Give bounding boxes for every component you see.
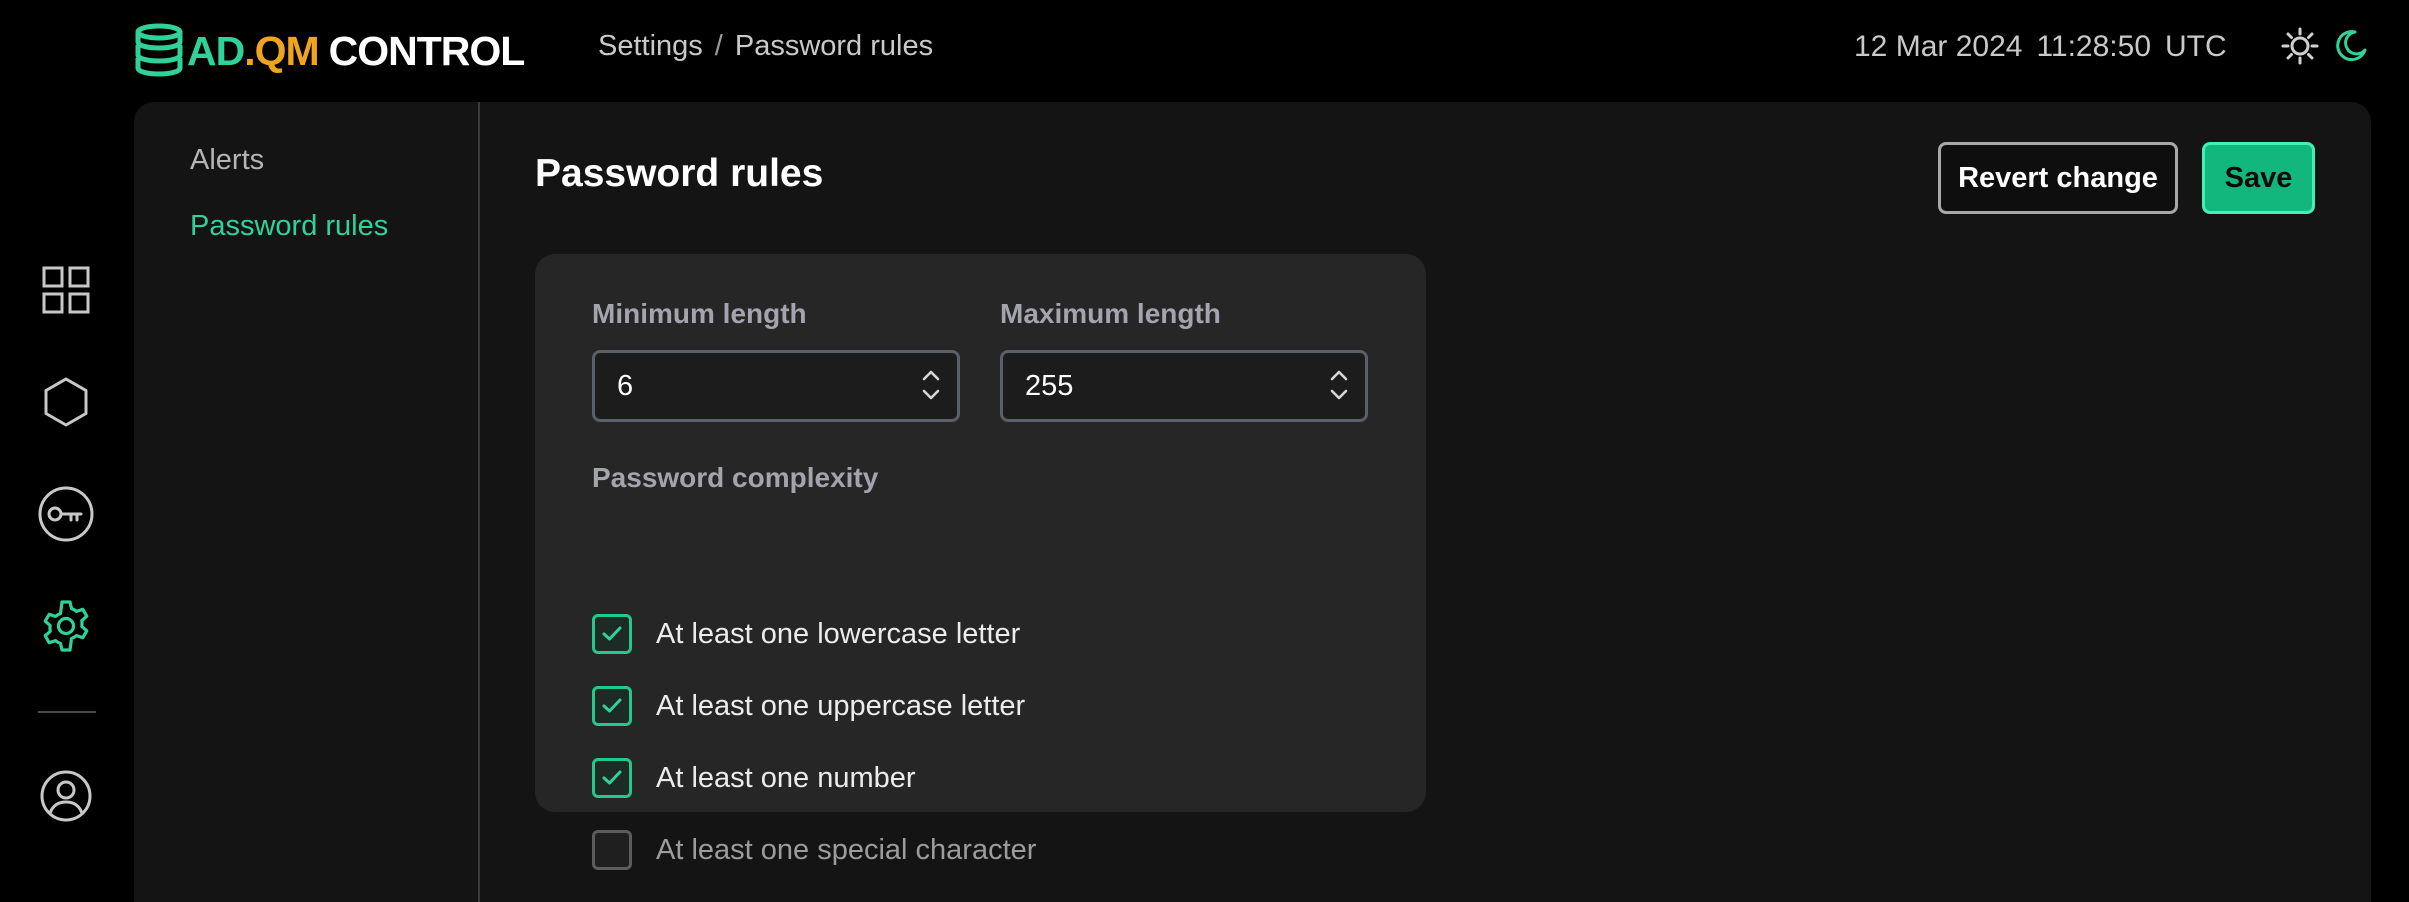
logo-wordmark: AD.QM CONTROL xyxy=(187,27,526,75)
key-icon xyxy=(38,486,94,542)
rule-uppercase-label: At least one uppercase letter xyxy=(656,689,1026,722)
min-length-label: Minimum length xyxy=(592,298,807,329)
dashboard-grid-icon xyxy=(42,266,90,314)
rule-special-checkbox[interactable] xyxy=(592,830,632,870)
gear-icon xyxy=(43,600,89,652)
hexagon-icon xyxy=(44,377,88,427)
chevron-up-icon[interactable] xyxy=(921,367,941,383)
rule-number-checkbox[interactable] xyxy=(592,758,632,798)
breadcrumb: Settings / Password rules xyxy=(598,30,933,63)
logo-qm-text: .QM xyxy=(244,27,319,74)
rule-number-label: At least one number xyxy=(656,761,916,794)
rule-lowercase-checkbox[interactable] xyxy=(592,614,632,654)
min-length-value: 6 xyxy=(617,369,634,402)
rail-item-settings[interactable] xyxy=(36,596,96,656)
user-profile-icon xyxy=(40,770,92,822)
main-navigation-rail xyxy=(0,102,134,892)
subnav-item-password-rules[interactable]: Password rules xyxy=(190,210,388,243)
revert-change-button[interactable]: Revert change xyxy=(1938,142,2178,214)
breadcrumb-separator: / xyxy=(714,30,723,62)
rail-item-dashboard[interactable] xyxy=(36,260,96,320)
checkmark-icon xyxy=(602,626,622,641)
rule-uppercase-checkbox-row[interactable]: At least one uppercase letter xyxy=(592,686,1025,726)
breadcrumb-password-rules: Password rules xyxy=(734,30,934,62)
theme-switcher[interactable] xyxy=(2280,26,2368,66)
subnav-item-alerts[interactable]: Alerts xyxy=(190,144,264,177)
rail-item-profile[interactable] xyxy=(36,766,96,826)
app-logo[interactable]: AD.QM CONTROL xyxy=(133,14,526,88)
password-complexity-label: Password complexity xyxy=(592,462,879,493)
max-length-label: Maximum length xyxy=(1000,298,1221,329)
rule-number-checkbox-row[interactable]: At least one number xyxy=(592,758,916,798)
logo-ad-text: AD xyxy=(187,27,245,74)
chevron-up-icon[interactable] xyxy=(1329,367,1349,383)
rule-lowercase-checkbox-row[interactable]: At least one lowercase letter xyxy=(592,614,1020,654)
database-logo-icon xyxy=(135,23,183,77)
breadcrumb-settings[interactable]: Settings xyxy=(598,30,703,63)
date-text: 12 Mar 2024 xyxy=(1854,30,2023,63)
page-title: Password rules xyxy=(535,152,824,195)
rail-divider xyxy=(38,711,96,713)
rail-item-access[interactable] xyxy=(36,484,96,544)
save-button[interactable]: Save xyxy=(2202,142,2315,214)
max-length-stepper[interactable] xyxy=(1329,367,1349,403)
password-rules-card: Minimum length 6 Maximum length 255 Pass… xyxy=(535,254,1426,870)
checkmark-icon xyxy=(602,698,622,713)
rule-uppercase-checkbox[interactable] xyxy=(592,686,632,726)
rule-lowercase-label: At least one lowercase letter xyxy=(656,617,1021,650)
chevron-down-icon[interactable] xyxy=(1329,387,1349,403)
moon-icon[interactable] xyxy=(2334,29,2368,63)
chevron-down-icon[interactable] xyxy=(921,387,941,403)
rule-special-label: At least one special character xyxy=(656,833,1037,866)
timezone-text: UTC xyxy=(2165,30,2227,63)
min-length-input[interactable]: 6 xyxy=(592,350,960,422)
time-text: 11:28:50 xyxy=(2036,30,2152,63)
max-length-value: 255 xyxy=(1025,369,1074,402)
settings-panel: Alerts Password rules Password rules Rev… xyxy=(134,102,2371,902)
rail-item-clusters[interactable] xyxy=(36,372,96,432)
min-length-stepper[interactable] xyxy=(921,367,941,403)
sun-icon[interactable] xyxy=(2280,26,2320,66)
settings-subnav: Alerts Password rules xyxy=(134,102,480,902)
logo-control-text: CONTROL xyxy=(328,27,526,74)
server-datetime: 12 Mar 2024 11:28:50 UTC xyxy=(1854,30,2227,64)
checkmark-icon xyxy=(602,770,622,785)
max-length-input[interactable]: 255 xyxy=(1000,350,1368,422)
rule-special-checkbox-row[interactable]: At least one special character xyxy=(592,830,1036,870)
top-bar: AD.QM CONTROL Settings / Password rules 1… xyxy=(0,0,2409,102)
